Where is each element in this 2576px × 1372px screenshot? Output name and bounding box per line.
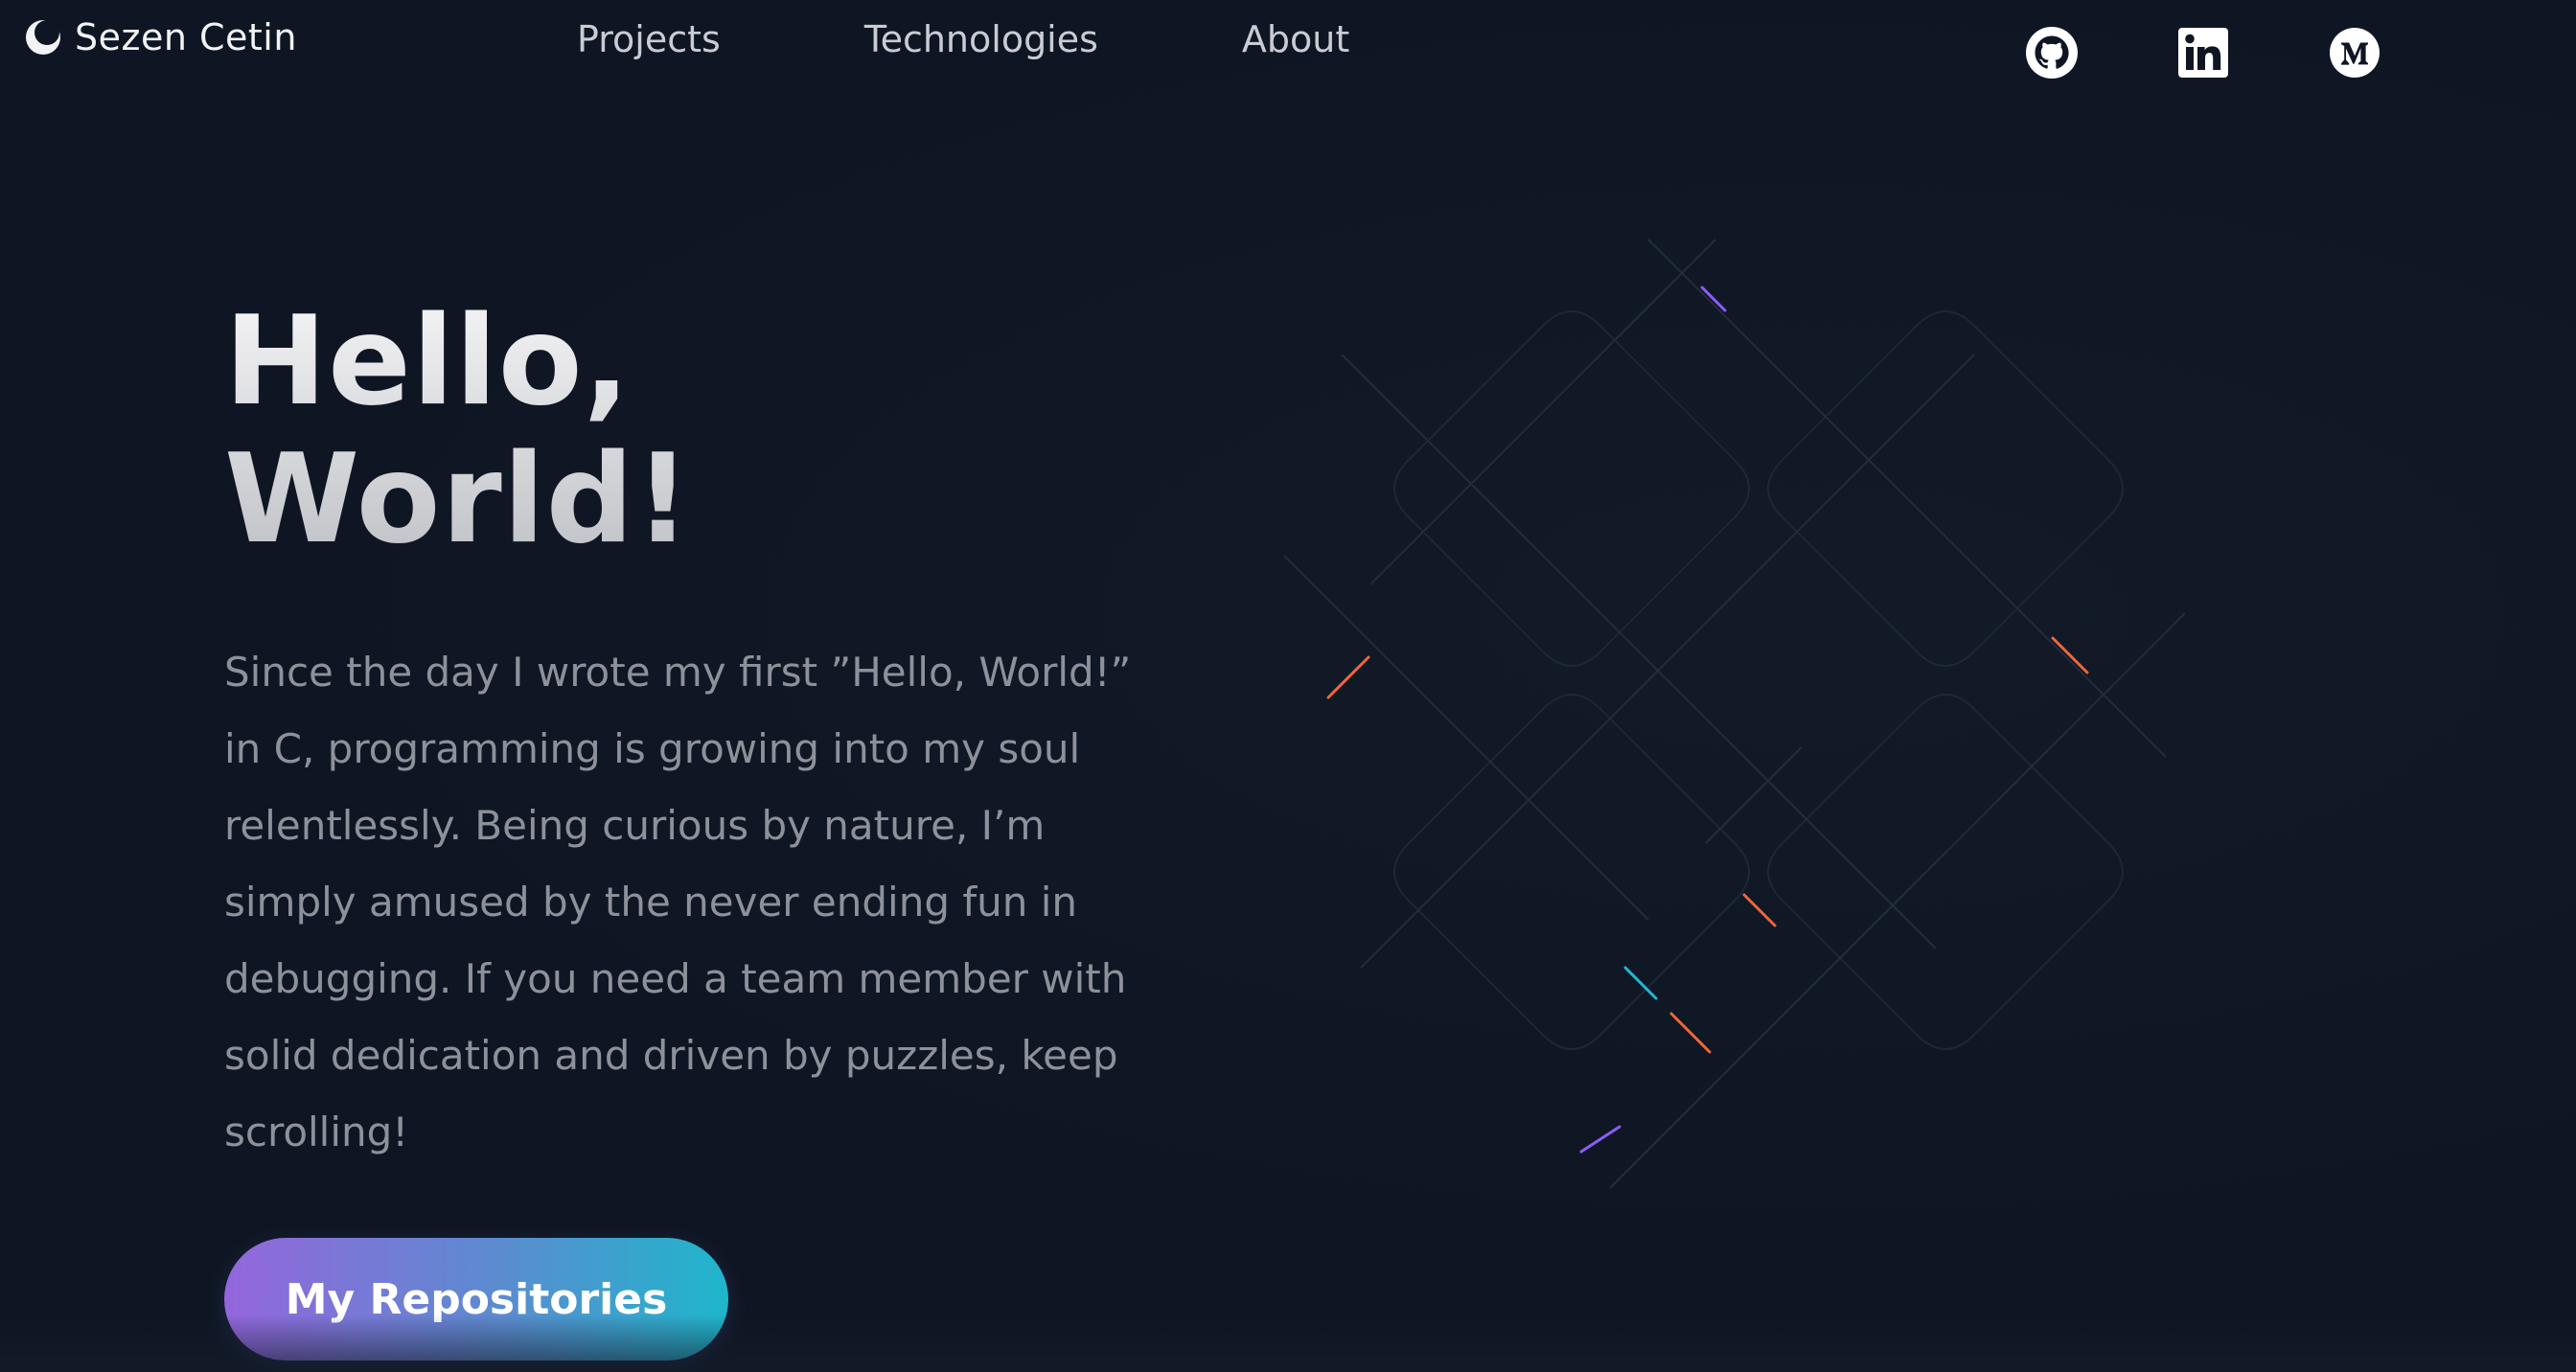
page: Sezen Cetin Projects Technologies About [0,0,2576,1372]
site-logo[interactable]: Sezen Cetin [23,15,297,59]
deco-diamond-top [1393,310,1750,667]
my-repositories-button[interactable]: My Repositories [224,1238,728,1361]
linkedin-icon [2178,28,2228,78]
medium-link[interactable] [2329,27,2380,79]
medium-icon [2330,28,2380,78]
main-nav: Projects Technologies About [577,13,1349,65]
deco-diamond-top-right [1767,310,2124,667]
deco-diamond-bottom-right [1767,694,2124,1050]
github-link[interactable] [2026,27,2078,79]
crescent-logo-icon [26,20,60,55]
hero-title-line1: Hello, [224,290,632,433]
deco-accent-orange-left [1326,655,1370,699]
logo-text: Sezen Cetin [75,16,297,58]
social-links [2026,27,2380,79]
hero-paragraph: Since the day I wrote my first ”Hello, W… [224,649,1132,1155]
hero-title-line2: World! [224,428,692,571]
github-icon [2026,27,2078,79]
deco-accent-orange-mid [1742,893,1777,927]
deco-accent-purple-bottom [1579,1125,1622,1154]
hero-title: Hello, World! [224,293,692,569]
deco-accent-purple-top [1700,286,1727,312]
deco-diamond-bottom-left [1393,694,1750,1050]
deco-accent-orange-low [1669,1012,1712,1054]
decorative-grid-illustration [1283,239,2185,1189]
nav-link-projects[interactable]: Projects [577,18,721,60]
nav-link-technologies[interactable]: Technologies [864,18,1098,60]
linkedin-link[interactable] [2177,27,2229,79]
deco-accent-orange-right [2051,636,2089,675]
nav-link-about[interactable]: About [1242,18,1349,60]
